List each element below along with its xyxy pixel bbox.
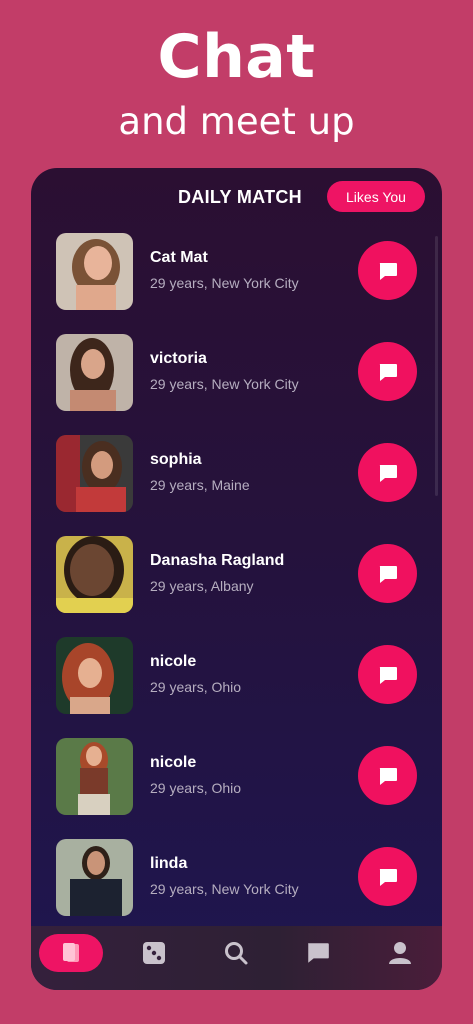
match-name: victoria [150, 350, 207, 367]
dice-icon [143, 942, 165, 964]
message-button[interactable] [358, 645, 417, 704]
avatar [56, 233, 133, 310]
promo-headline: Chat [157, 22, 316, 92]
chat-bubble-icon [379, 565, 397, 583]
match-details: 29 years, New York City [150, 376, 299, 392]
search-icon [225, 942, 248, 965]
top-bar: DAILY MATCH Likes You [31, 168, 442, 226]
match-name: Cat Mat [150, 249, 208, 266]
match-details: 29 years, New York City [150, 275, 299, 291]
nav-tab-profile[interactable] [368, 934, 432, 972]
promo-subheadline: and meet up [118, 100, 355, 143]
match-list: Cat Mat 29 years, New York City victoria… [31, 231, 442, 938]
chat-bubble-icon [379, 363, 397, 381]
match-name: Danasha Ragland [150, 552, 285, 569]
cards-icon [63, 943, 79, 962]
chat-bubble-icon [379, 666, 397, 684]
match-row[interactable]: nicole 29 years, Ohio [31, 736, 442, 837]
app-screen: DAILY MATCH Likes You Cat Mat 29 years, … [31, 168, 442, 990]
bottom-nav [31, 926, 442, 990]
message-button[interactable] [358, 241, 417, 300]
chat-bubble-icon [379, 767, 397, 785]
match-row[interactable]: Danasha Ragland 29 years, Albany [31, 534, 442, 635]
chat-icon [308, 943, 329, 963]
nav-tab-matches[interactable] [39, 934, 103, 972]
match-name: sophia [150, 451, 202, 468]
match-name: nicole [150, 653, 197, 670]
match-details: 29 years, Maine [150, 477, 250, 493]
nav-tab-search[interactable] [204, 934, 268, 972]
match-row[interactable]: Cat Mat 29 years, New York City [31, 231, 442, 332]
avatar [56, 738, 133, 815]
page-title: DAILY MATCH [178, 187, 302, 207]
match-details: 29 years, Ohio [150, 679, 242, 695]
message-button[interactable] [358, 342, 417, 401]
avatar [56, 435, 133, 512]
chat-bubble-icon [379, 262, 397, 280]
match-row[interactable]: victoria 29 years, New York City [31, 332, 442, 433]
avatar [56, 839, 133, 916]
avatar [56, 334, 133, 411]
chat-bubble-icon [379, 464, 397, 482]
match-details: 29 years, New York City [150, 881, 299, 897]
match-name: linda [150, 855, 188, 872]
nav-tab-chat[interactable] [286, 934, 350, 972]
match-row[interactable]: sophia 29 years, Maine [31, 433, 442, 534]
message-button[interactable] [358, 847, 417, 906]
profile-icon [389, 942, 411, 964]
nav-tab-random[interactable] [122, 934, 186, 972]
message-button[interactable] [358, 443, 417, 502]
message-button[interactable] [358, 544, 417, 603]
message-button[interactable] [358, 746, 417, 805]
match-row[interactable]: linda 29 years, New York City [31, 837, 442, 938]
likes-you-button[interactable]: Likes You [327, 181, 425, 212]
match-name: nicole [150, 754, 197, 771]
avatar [56, 637, 133, 714]
chat-bubble-icon [379, 868, 397, 886]
match-row[interactable]: nicole 29 years, Ohio [31, 635, 442, 736]
match-details: 29 years, Ohio [150, 780, 242, 796]
avatar [56, 536, 133, 613]
match-details: 29 years, Albany [150, 578, 254, 594]
